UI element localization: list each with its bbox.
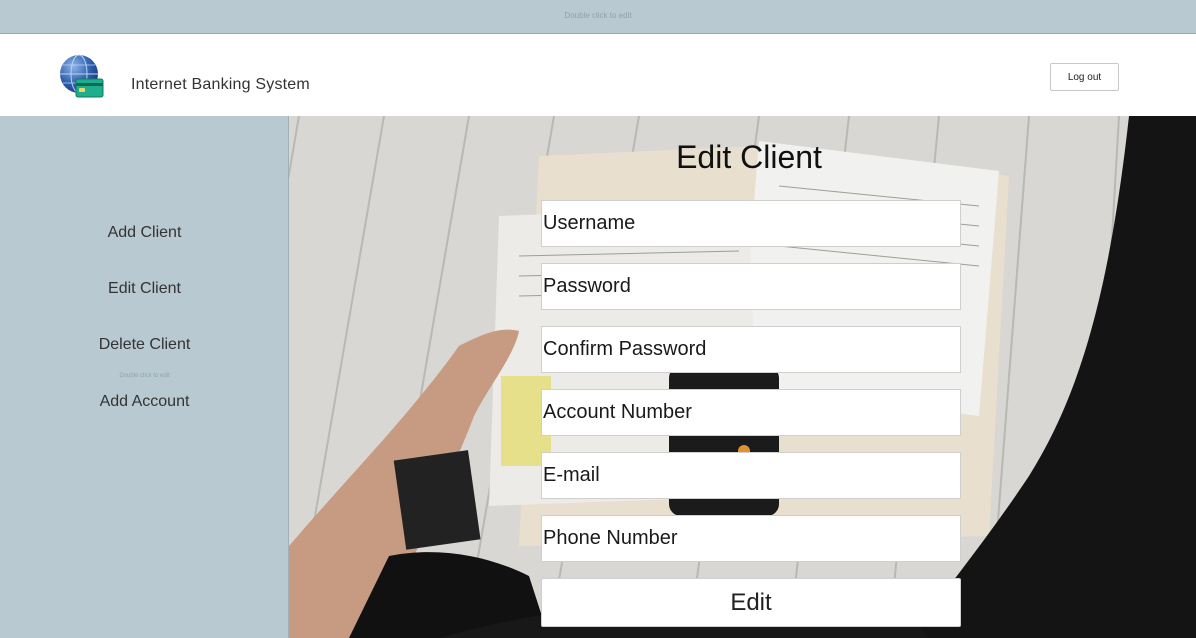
logout-button[interactable]: Log out <box>1050 63 1119 91</box>
sidebar-item-add-client[interactable]: Add Client <box>0 224 289 242</box>
sidebar-item-edit-client[interactable]: Edit Client <box>0 280 289 298</box>
sidebar-item-delete-client[interactable]: Delete Client <box>0 336 289 354</box>
edit-button[interactable]: Edit <box>541 578 961 627</box>
username-field[interactable] <box>541 200 961 247</box>
email-field[interactable] <box>541 452 961 499</box>
edit-hint: Double click to edit <box>564 11 632 20</box>
app-header: Internet Banking System Log out <box>0 34 1196 116</box>
phone-number-field[interactable] <box>541 515 961 562</box>
page-title: Edit Client <box>676 139 822 175</box>
confirm-password-field[interactable] <box>541 326 961 373</box>
globe-card-icon <box>58 54 106 100</box>
top-strip: Double click to edit <box>0 0 1196 34</box>
password-field[interactable] <box>541 263 961 310</box>
sidebar: Add Client Edit Client Delete Client Dou… <box>0 116 289 638</box>
account-number-field[interactable] <box>541 389 961 436</box>
sidebar-item-add-account[interactable]: Add Account <box>0 393 289 411</box>
sidebar-edit-hint: Double click to edit <box>119 373 170 379</box>
brand-title: Internet Banking System <box>131 76 310 93</box>
